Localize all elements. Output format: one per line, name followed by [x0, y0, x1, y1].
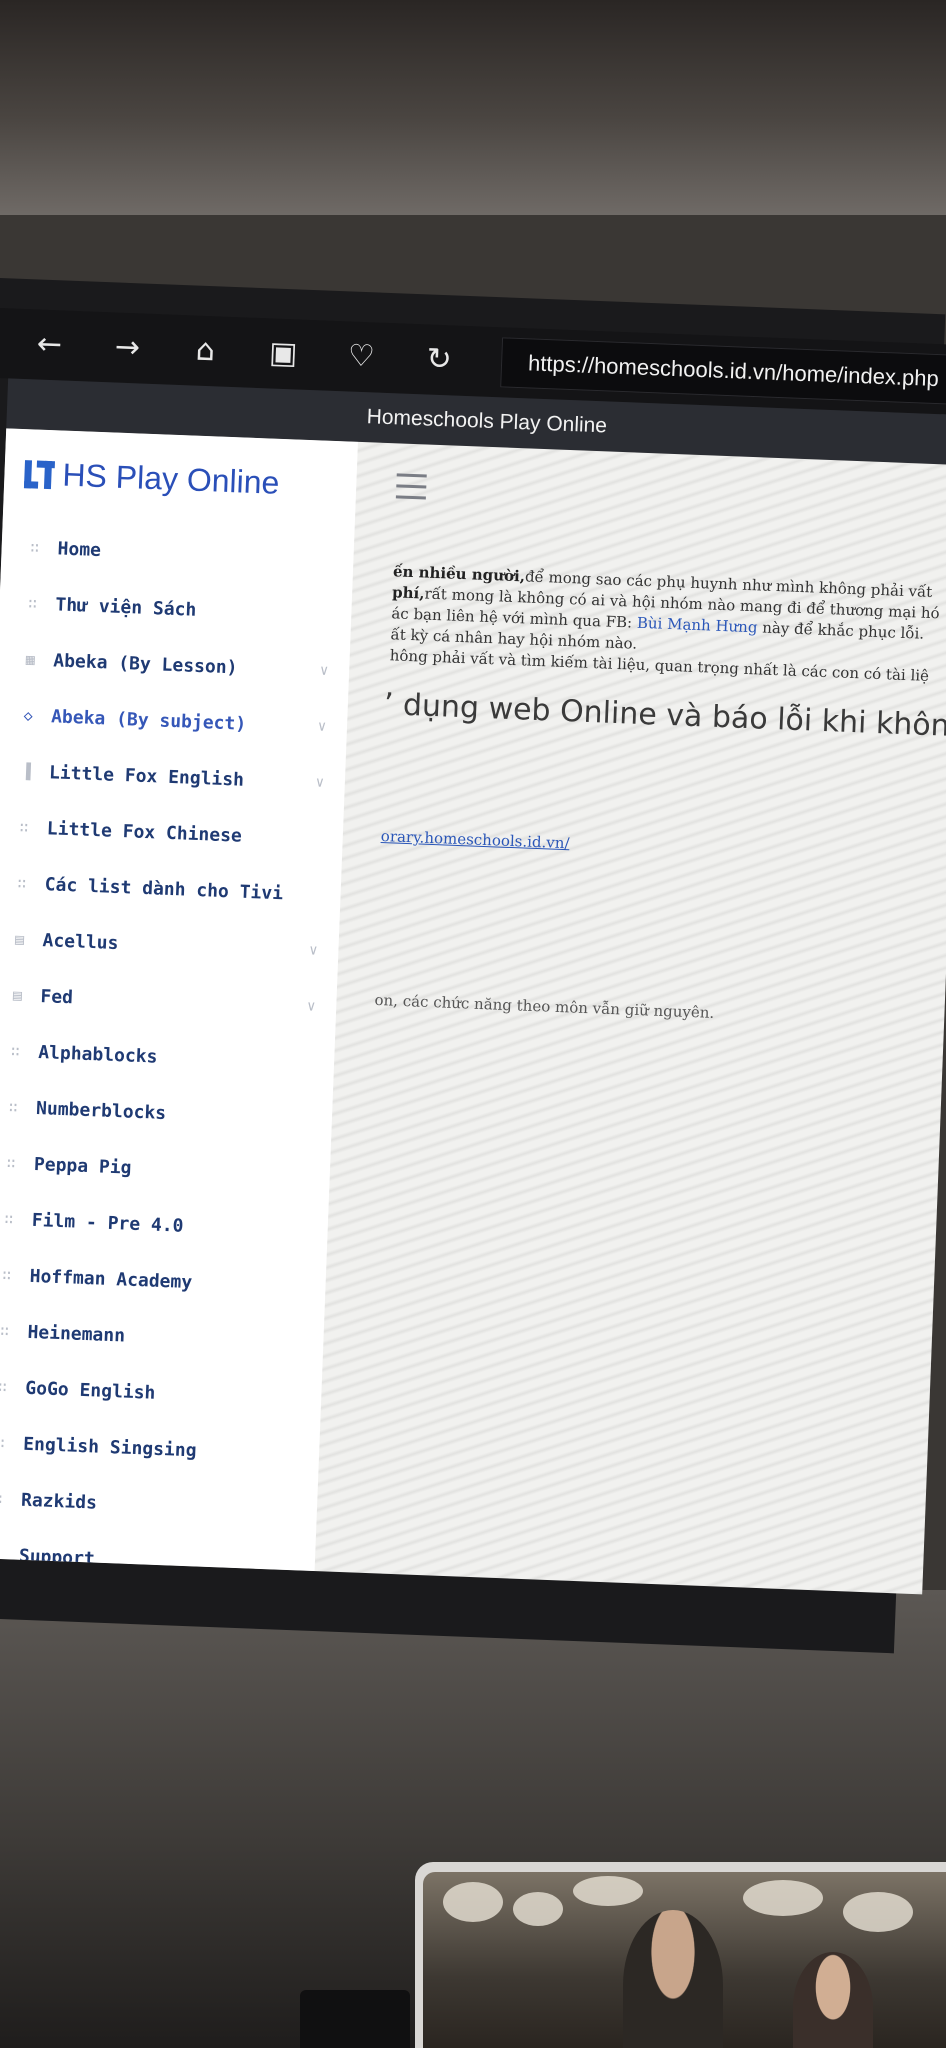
child-photo: [793, 1952, 873, 2048]
sidebar-item-label: Little Fox Chinese: [46, 817, 243, 847]
sidebar-item-label: Abeka (By Lesson): [52, 649, 238, 678]
chevron-down-icon[interactable]: ∨: [298, 942, 329, 959]
address-bar[interactable]: https://homeschools.id.vn/home/index.php: [500, 337, 946, 405]
sidebar-item-label: Little Fox English: [48, 761, 245, 791]
sidebar-item-label: English Singsing: [22, 1433, 197, 1461]
back-arrow-icon[interactable]: ←: [22, 318, 76, 372]
grid-icon: ∷: [10, 1041, 21, 1061]
grid-icon: ∷: [27, 594, 38, 613]
grid-icon: ∷: [0, 1545, 7, 1564]
sidebar-item-label: Film - Pre 4.0: [31, 1209, 184, 1237]
grid-icon: ∷: [0, 1433, 6, 1453]
bar-chart-icon: ▐: [21, 762, 31, 781]
monitor: ← → ⌂ ▣ ♡ ↻ https://homeschools.id.vn/ho…: [0, 278, 946, 1654]
grid-icon: ∷: [16, 874, 27, 893]
home-icon[interactable]: ⌂: [178, 324, 232, 378]
brand-logo[interactable]: HS Play Online: [22, 449, 281, 507]
facebook-link[interactable]: Bùi Mạnh Hưng: [637, 614, 758, 637]
grid-icon: ∷: [0, 1377, 8, 1397]
grid-icon: ∷: [1, 1265, 12, 1285]
grid-icon: ∷: [8, 1097, 19, 1117]
section-heading: ’ dụng web Online và báo lỗi khi không: [383, 687, 946, 745]
brand-name: HS Play Online: [61, 456, 281, 501]
document-icon: ▤: [14, 930, 25, 949]
reload-icon[interactable]: ↻: [412, 333, 466, 387]
intro-line-1-bold: ến nhiều người,: [392, 562, 526, 586]
laptop-screen-photo: [423, 1872, 946, 2048]
speaker-device: [300, 1990, 410, 2048]
laptop: [415, 1862, 946, 2048]
sidebar-item-label: Abeka (By subject): [50, 705, 247, 735]
web-page: HS Play Online ∷ Home ∷ Thư viện Sách ▦ Abeka…: [0, 428, 946, 1595]
main-content: ến nhiều người,để mong sao các phụ huynh…: [315, 442, 946, 1595]
sidebar-item[interactable]: ∷ Support: [0, 1526, 306, 1594]
sidebar-item-label: Razkids: [20, 1489, 98, 1514]
grid-icon: ∷: [0, 1489, 3, 1508]
chevron-down-icon[interactable]: ∨: [307, 718, 338, 735]
sidebar-item-label: GoGo English: [25, 1377, 156, 1404]
sidebar-item-label: Peppa Pig: [33, 1153, 132, 1179]
logo-mark-icon: [22, 456, 57, 491]
grid-icon: ∷: [19, 818, 29, 837]
sidebar-item-label: Support: [18, 1545, 96, 1570]
sidebar-item-label: Fed: [40, 985, 74, 1008]
toolbox-icon[interactable]: ▣: [256, 327, 310, 381]
sidebar-item-label: Acellus: [42, 929, 119, 954]
person-photo: [623, 1910, 723, 2048]
heart-icon[interactable]: ♡: [334, 330, 388, 384]
intro-line-2-bold: phí,: [391, 583, 425, 603]
sidebar-item-label: Hoffman Academy: [29, 1265, 193, 1293]
intro-paragraph: ến nhiều người,để mong sao các phụ huynh…: [389, 561, 946, 697]
table-icon: ▦: [25, 650, 36, 669]
sidebar-item-label: Alphablocks: [37, 1041, 158, 1068]
chevron-down-icon[interactable]: ∨: [309, 662, 340, 679]
grid-icon: ∷: [4, 1209, 14, 1229]
wall-background: [0, 0, 946, 215]
sidebar-item-label: Thư viện Sách: [55, 593, 197, 621]
grid-icon: ∷: [29, 538, 40, 557]
forward-arrow-icon[interactable]: →: [100, 321, 154, 375]
sidebar-item-label: Numberblocks: [35, 1097, 167, 1124]
sidebar-item-label: Heinemann: [27, 1321, 126, 1347]
chevron-down-icon[interactable]: ∨: [296, 998, 327, 1015]
sidebar-item-label: Các list dành cho Tivi: [44, 873, 284, 904]
sidebar-item-label: Home: [57, 537, 102, 561]
grid-icon: ∷: [6, 1153, 16, 1173]
sidebar-menu: ∷ Home ∷ Thư viện Sách ▦ Abeka (By Lesson) ∨ ◇ A…: [0, 519, 345, 1594]
grid-icon: ∷: [0, 1321, 10, 1341]
document-icon: ▤: [12, 986, 23, 1005]
diamond-icon: ◇: [23, 706, 34, 725]
intro-line-3-tail: này để khắc phục lỗi.: [757, 618, 925, 643]
library-link[interactable]: orary.homeschools.id.vn/: [381, 827, 570, 852]
chevron-down-icon[interactable]: ∨: [305, 774, 336, 791]
note-text: on, các chức năng theo môn vẫn giữ nguyê…: [374, 990, 715, 1022]
sidebar: HS Play Online ∷ Home ∷ Thư viện Sách ▦ Abeka…: [0, 428, 358, 1572]
